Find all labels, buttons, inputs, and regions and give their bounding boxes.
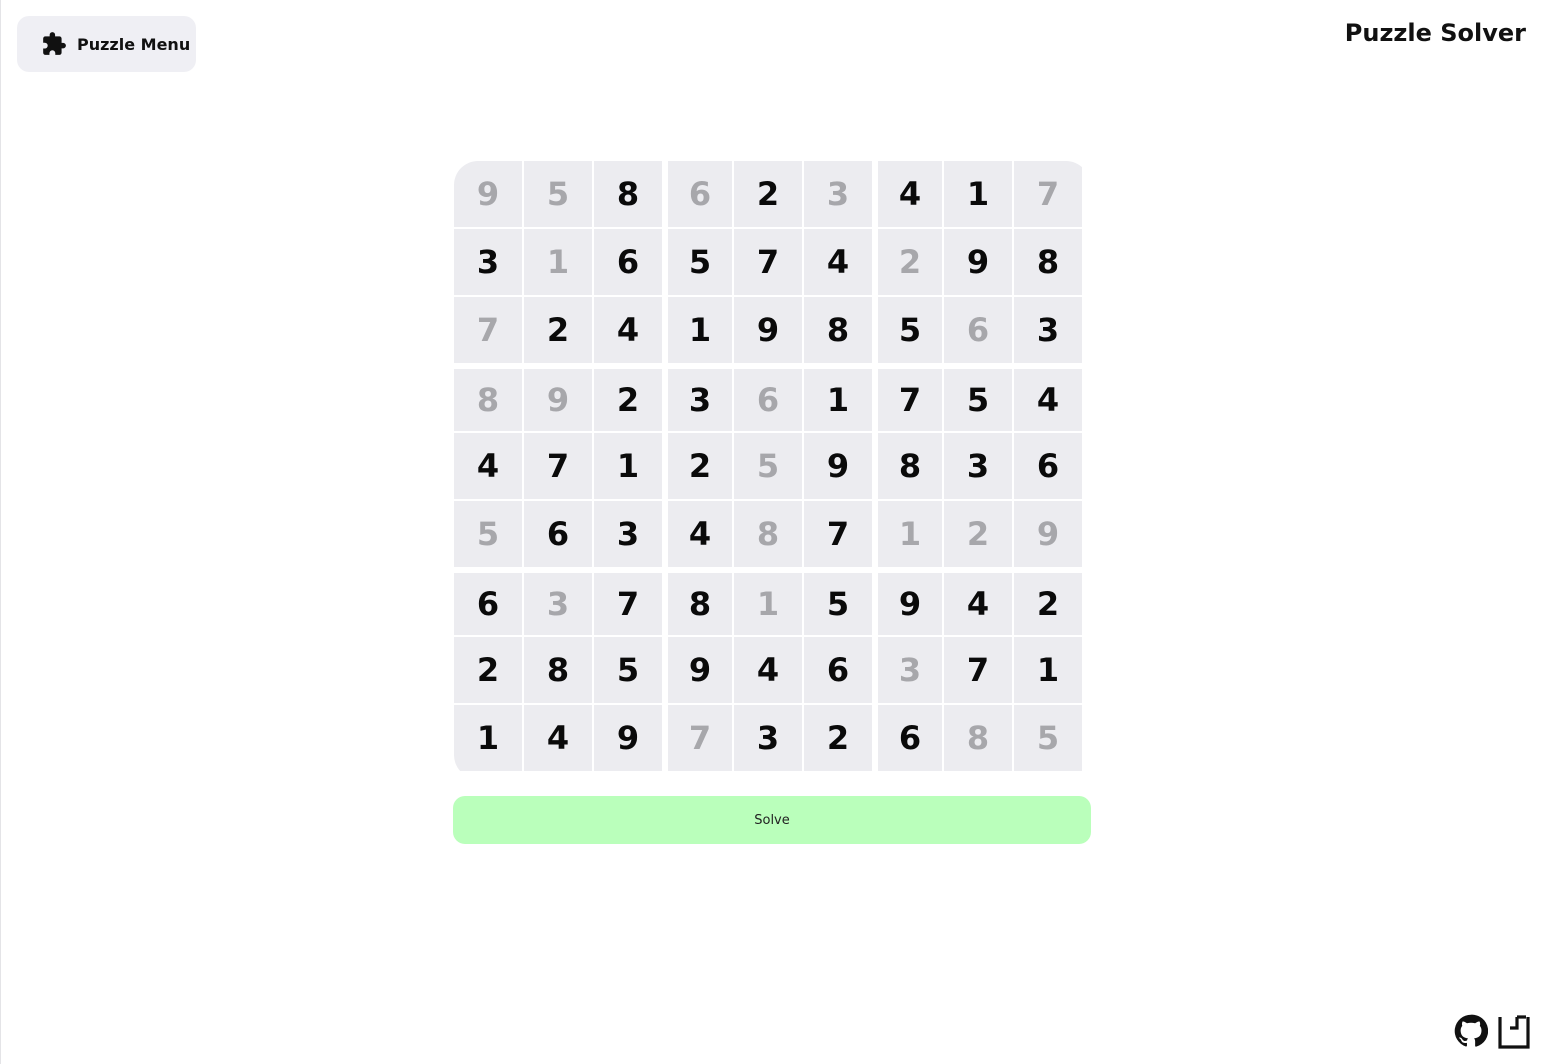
sudoku-cell[interactable]: 7 <box>944 637 1012 703</box>
sudoku-cell[interactable]: 8 <box>734 501 802 567</box>
sudoku-cell[interactable]: 6 <box>734 369 802 431</box>
sudoku-cell[interactable]: 7 <box>1014 161 1082 227</box>
sudoku-cell[interactable]: 4 <box>524 705 592 771</box>
sudoku-cell[interactable]: 8 <box>668 573 732 635</box>
sudoku-cell[interactable]: 1 <box>734 573 802 635</box>
sudoku-cell[interactable]: 1 <box>1014 637 1082 703</box>
sudoku-cell[interactable]: 4 <box>594 297 662 363</box>
sudoku-cell[interactable]: 8 <box>944 705 1012 771</box>
sudoku-cell[interactable]: 1 <box>804 369 872 431</box>
sudoku-cell[interactable]: 3 <box>804 161 872 227</box>
sudoku-cell[interactable]: 6 <box>668 161 732 227</box>
sudoku-cell[interactable]: 2 <box>1014 573 1082 635</box>
sudoku-cell[interactable]: 2 <box>734 161 802 227</box>
sudoku-cell[interactable]: 6 <box>454 573 522 635</box>
sudoku-cell[interactable]: 5 <box>734 433 802 499</box>
sudoku-cell[interactable]: 6 <box>1014 433 1082 499</box>
puzzle-piece-icon <box>41 31 67 57</box>
sudoku-cell[interactable]: 9 <box>734 297 802 363</box>
sudoku-cell[interactable]: 9 <box>804 433 872 499</box>
sudoku-cell[interactable]: 6 <box>594 229 662 295</box>
sudoku-cell[interactable]: 7 <box>668 705 732 771</box>
sudoku-cell[interactable]: 8 <box>804 297 872 363</box>
sudoku-cell[interactable]: 6 <box>878 705 942 771</box>
app-title: Puzzle Solver <box>1344 19 1526 47</box>
sudoku-cell[interactable]: 4 <box>668 501 732 567</box>
sudoku-cell[interactable]: 3 <box>734 705 802 771</box>
sudoku-cell[interactable]: 5 <box>1014 705 1082 771</box>
sudoku-cell[interactable]: 5 <box>668 229 732 295</box>
sudoku-cell[interactable]: 2 <box>668 433 732 499</box>
sudoku-cell[interactable]: 8 <box>1014 229 1082 295</box>
sudoku-cell[interactable]: 7 <box>734 229 802 295</box>
sudoku-cell[interactable]: 4 <box>878 161 942 227</box>
sudoku-cell[interactable]: 9 <box>1014 501 1082 567</box>
sudoku-cell[interactable]: 4 <box>944 573 1012 635</box>
puzzle-menu-button[interactable]: Puzzle Menu <box>17 16 196 72</box>
sudoku-cell[interactable]: 6 <box>944 297 1012 363</box>
solve-button[interactable]: Solve <box>453 796 1091 844</box>
sudoku-cell[interactable]: 5 <box>944 369 1012 431</box>
puzzle-menu-label: Puzzle Menu <box>77 34 191 54</box>
sudoku-cell[interactable]: 4 <box>1014 369 1082 431</box>
sudoku-cell[interactable]: 3 <box>944 433 1012 499</box>
sudoku-cell[interactable]: 7 <box>804 501 872 567</box>
sudoku-cell[interactable]: 5 <box>594 637 662 703</box>
sudoku-cell[interactable]: 6 <box>804 637 872 703</box>
sudoku-cell[interactable]: 8 <box>454 369 522 431</box>
sudoku-cell[interactable]: 3 <box>878 637 942 703</box>
sudoku-cell[interactable]: 8 <box>594 161 662 227</box>
sudoku-cell[interactable]: 4 <box>804 229 872 295</box>
sudoku-cell[interactable]: 2 <box>804 705 872 771</box>
sudoku-cell[interactable]: 3 <box>594 501 662 567</box>
sudoku-cell[interactable]: 6 <box>524 501 592 567</box>
sudoku-cell[interactable]: 1 <box>524 229 592 295</box>
sudoku-cell[interactable]: 1 <box>668 297 732 363</box>
sudoku-cell[interactable]: 2 <box>524 297 592 363</box>
sudoku-cell[interactable]: 1 <box>944 161 1012 227</box>
sudoku-cell[interactable]: 2 <box>594 369 662 431</box>
sudoku-cell[interactable]: 3 <box>668 369 732 431</box>
sudoku-cell[interactable]: 1 <box>594 433 662 499</box>
sudoku-cell[interactable]: 1 <box>454 705 522 771</box>
sudoku-cell[interactable]: 8 <box>524 637 592 703</box>
sudoku-cell[interactable]: 9 <box>594 705 662 771</box>
sudoku-cell[interactable]: 9 <box>944 229 1012 295</box>
sudoku-cell[interactable]: 3 <box>1014 297 1082 363</box>
site-logo-icon[interactable] <box>1497 1014 1531 1050</box>
sudoku-cell[interactable]: 5 <box>878 297 942 363</box>
sudoku-cell[interactable]: 4 <box>734 637 802 703</box>
sudoku-cell[interactable]: 7 <box>878 369 942 431</box>
sudoku-cell[interactable]: 4 <box>454 433 522 499</box>
sudoku-cell[interactable]: 2 <box>454 637 522 703</box>
sudoku-cell[interactable]: 5 <box>454 501 522 567</box>
sudoku-cell[interactable]: 5 <box>524 161 592 227</box>
sudoku-cell[interactable]: 7 <box>454 297 522 363</box>
sudoku-cell[interactable]: 2 <box>944 501 1012 567</box>
sudoku-cell[interactable]: 9 <box>668 637 732 703</box>
sudoku-cell[interactable]: 3 <box>454 229 522 295</box>
sudoku-cell[interactable]: 2 <box>878 229 942 295</box>
sudoku-cell[interactable]: 7 <box>524 433 592 499</box>
sudoku-cell[interactable]: 9 <box>454 161 522 227</box>
sudoku-cell[interactable]: 9 <box>524 369 592 431</box>
github-icon[interactable] <box>1454 1014 1489 1050</box>
sudoku-cell[interactable]: 5 <box>804 573 872 635</box>
sudoku-cell[interactable]: 8 <box>878 433 942 499</box>
sudoku-cell[interactable]: 7 <box>594 573 662 635</box>
sudoku-cell[interactable]: 3 <box>524 573 592 635</box>
sudoku-cell[interactable]: 1 <box>878 501 942 567</box>
sudoku-board: 9586234173165742987241985638923617544712… <box>454 161 1090 779</box>
sudoku-cell[interactable]: 9 <box>878 573 942 635</box>
